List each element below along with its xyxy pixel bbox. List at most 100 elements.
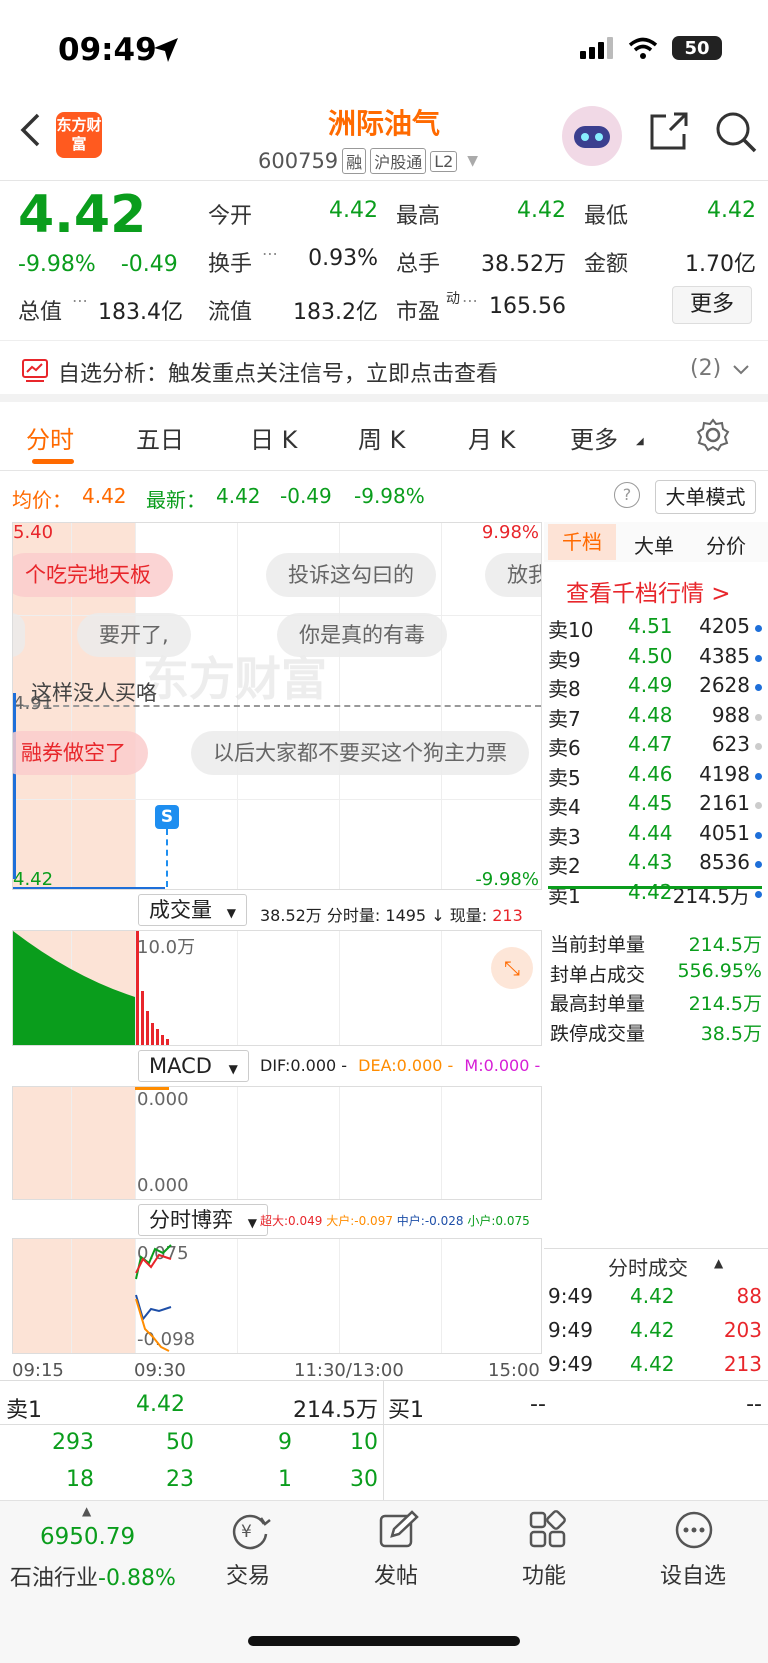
- comment-bubble[interactable]: 以后大家都不要买这个狗主力票: [191, 731, 529, 775]
- industry-index[interactable]: 石油行业-0.88%: [10, 1560, 176, 1592]
- game-selector-label: 分时博弈: [149, 1208, 233, 1232]
- ai-assistant-avatar[interactable]: [562, 106, 622, 166]
- ask-level-row[interactable]: 卖8 4.49 2628: [548, 673, 762, 702]
- share-icon[interactable]: [648, 110, 690, 152]
- bid1-volume: --: [746, 1392, 762, 1417]
- ask-level-row[interactable]: 卖10 4.51 4205: [548, 614, 762, 643]
- tab-five-day[interactable]: 五日: [136, 420, 184, 455]
- trade-price: 4.42: [630, 1318, 675, 1342]
- volume-chart[interactable]: 10.0万 ⤡: [12, 930, 542, 1046]
- more-dots-icon[interactable]: ⋯: [262, 244, 278, 263]
- change-percent: -9.98%: [18, 252, 96, 277]
- caret-down-icon: ▼: [226, 906, 236, 920]
- orderbook-tab-bigorder[interactable]: 大单: [634, 530, 674, 559]
- intraday-price-chart[interactable]: 东方财富 5.40 9.98% 4.91 4.42 -9.98% S 个吃完地天…: [12, 522, 542, 890]
- depth-link[interactable]: 查看千档行情 >: [566, 574, 731, 608]
- volume-info: 38.52万 分时量: 1495 ↓ 现量: 213: [260, 906, 523, 925]
- macd-selector[interactable]: MACD ▼: [138, 1050, 249, 1082]
- ask-level-row[interactable]: 卖4 4.45 2161: [548, 791, 762, 820]
- seal-stat-row: 当前封单量 214.5万: [550, 930, 762, 957]
- float-value: 183.2亿: [293, 300, 378, 325]
- axis-price-top: 5.40: [13, 522, 54, 543]
- post-icon[interactable]: [378, 1510, 420, 1550]
- tab-weekly-k[interactable]: 周 K: [358, 420, 405, 455]
- more-dots-icon[interactable]: ⋯: [462, 291, 478, 310]
- tab-daily-k[interactable]: 日 K: [250, 420, 297, 455]
- ask-level-row[interactable]: 卖6 4.47 623: [548, 732, 762, 761]
- more-button[interactable]: 更多: [672, 286, 752, 324]
- ask-level-label: 卖5: [548, 765, 581, 790]
- search-icon[interactable]: [714, 110, 758, 154]
- comment-bubble[interactable]: 这样没人买咯: [13, 671, 179, 715]
- macd-chart[interactable]: 0.000 0.000: [12, 1086, 542, 1200]
- queue-volume: 1: [278, 1467, 292, 1492]
- seal-stat-label: 当前封单量: [550, 934, 646, 956]
- ask-level-price: 4.47: [628, 732, 673, 756]
- comment-bubble[interactable]: 个吃完地天板: [13, 553, 173, 597]
- order-dot-icon: [755, 625, 762, 632]
- seal-stat-row: 跌停成交量 38.5万: [550, 1019, 762, 1046]
- queue-volume: 293: [52, 1430, 94, 1455]
- ask-level-row[interactable]: 卖3 4.44 4051: [548, 821, 762, 850]
- expand-icon[interactable]: ⤡: [491, 947, 533, 989]
- ask-level-price: 4.48: [628, 702, 673, 727]
- ask-level-label: 卖7: [548, 706, 581, 731]
- tab-more[interactable]: 更多: [570, 420, 618, 455]
- trade-label[interactable]: 交易: [226, 1558, 270, 1590]
- post-label[interactable]: 发帖: [374, 1558, 418, 1590]
- tab-monthly-k[interactable]: 月 K: [468, 420, 515, 455]
- functions-label[interactable]: 功能: [522, 1558, 566, 1590]
- bid1-label: 买1: [388, 1398, 424, 1423]
- industry-index-value[interactable]: 6950.79: [40, 1524, 135, 1550]
- ask-level-row[interactable]: 卖1 4.42 214.5万: [548, 880, 762, 909]
- help-icon[interactable]: ?: [614, 482, 640, 508]
- wifi-icon: [628, 37, 658, 59]
- industry-name: 石油行业: [10, 1566, 99, 1591]
- more-options-icon[interactable]: [674, 1510, 714, 1550]
- trades-title[interactable]: 分时成交: [608, 1252, 688, 1281]
- ask-level-price: 4.50: [628, 643, 673, 668]
- tab-intraday[interactable]: 分时: [26, 420, 74, 455]
- volume-label: 总手: [396, 252, 441, 277]
- volume-bars: [13, 931, 169, 1045]
- trade-icon[interactable]: ¥: [228, 1510, 272, 1550]
- more-dots-icon[interactable]: ⋯: [72, 291, 88, 310]
- comment-bubble[interactable]: 你是真的有毒: [277, 613, 447, 657]
- time-open: 09:30: [134, 1360, 186, 1381]
- ask-level-label: 卖4: [548, 795, 581, 819]
- volume-selector[interactable]: 成交量 ▼: [138, 894, 247, 926]
- gear-icon[interactable]: [696, 418, 730, 452]
- game-chart[interactable]: 0.075 -0.098: [12, 1238, 542, 1354]
- comment-bubble[interactable]: 要开了,: [77, 613, 191, 657]
- latest-price: 4.42: [216, 484, 261, 508]
- orderbook-tab-depth[interactable]: 千档: [548, 524, 616, 560]
- analysis-chart-icon: [22, 359, 48, 382]
- big-order-mode-button[interactable]: 大单模式: [655, 480, 756, 514]
- sell-signal-marker[interactable]: S: [155, 805, 179, 829]
- home-indicator[interactable]: [248, 1636, 520, 1646]
- volume-selector-label: 成交量: [149, 898, 212, 922]
- caret-up-icon: ▲: [714, 1256, 724, 1270]
- functions-icon[interactable]: [528, 1510, 568, 1550]
- ask-level-price: 4.43: [628, 850, 673, 874]
- ask-level-row[interactable]: 卖5 4.46 4198: [548, 762, 762, 791]
- trade-volume: 213: [723, 1352, 762, 1376]
- comment-bubble[interactable]: 融券做空了: [13, 731, 148, 775]
- comment-bubble[interactable]: 放我: [485, 553, 541, 597]
- avg-price-label: 均价：: [12, 488, 72, 512]
- ask-level-row[interactable]: 卖9 4.50 4385: [548, 644, 762, 673]
- add-watchlist-label[interactable]: 设自选: [660, 1558, 726, 1590]
- order-dot-icon: [755, 861, 762, 868]
- game-selector[interactable]: 分时博弈 ▼: [138, 1204, 268, 1236]
- order-dot-icon: [755, 802, 762, 809]
- stock-code-row[interactable]: 600759 融 沪股通 L2 ▼: [258, 148, 478, 174]
- queue-volume: 50: [166, 1430, 194, 1455]
- comment-bubble[interactable]: 投诉这勾曰的: [266, 553, 436, 597]
- order-dot-icon: [755, 684, 762, 691]
- ask-level-label: 卖10: [548, 618, 594, 642]
- mktcap-value: 183.4亿: [98, 300, 183, 325]
- queue-volume: 30: [350, 1467, 378, 1492]
- orderbook-tab-price[interactable]: 分价: [706, 530, 746, 559]
- ask-level-row[interactable]: 卖2 4.43 8536: [548, 850, 762, 879]
- ask-level-row[interactable]: 卖7 4.48 988: [548, 703, 762, 732]
